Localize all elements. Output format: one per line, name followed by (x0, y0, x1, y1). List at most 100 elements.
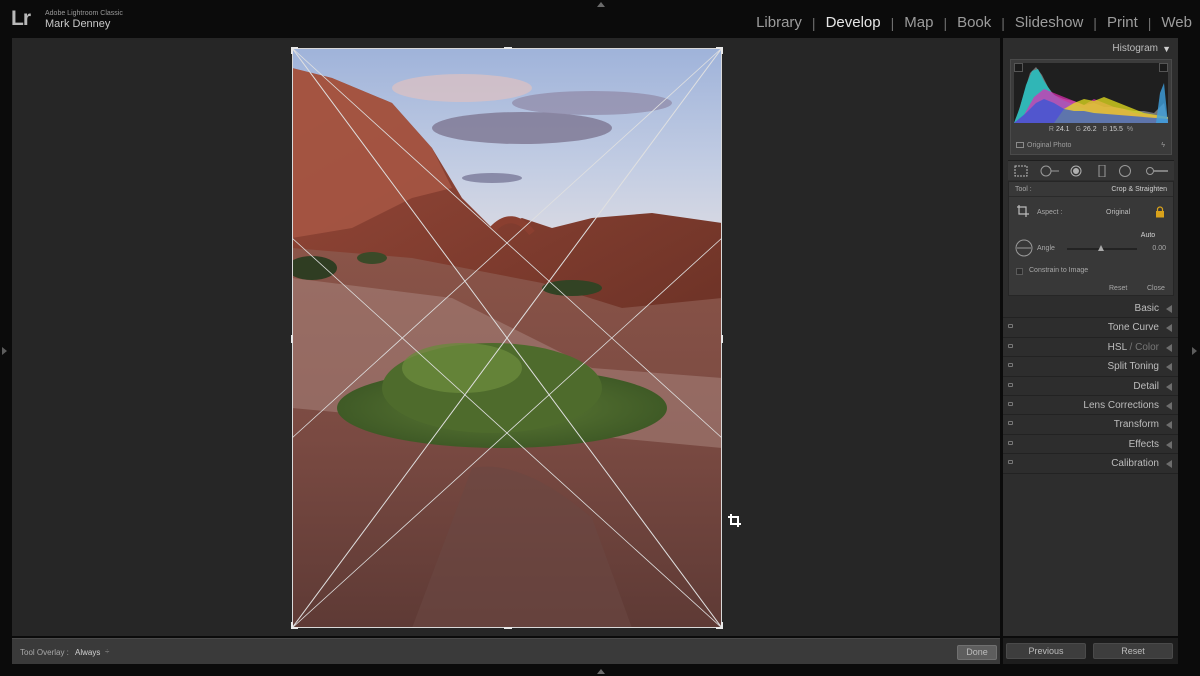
rgb-readout: R 24.1 G 26.2 B 15.5% (1011, 126, 1171, 133)
panel-title: Transform (1113, 419, 1159, 431)
adjustment-brush-icon[interactable] (1144, 165, 1170, 177)
expand-triangle-icon (1166, 324, 1172, 333)
panel-title: Basic (1134, 303, 1159, 314)
red-eye-icon[interactable] (1069, 165, 1083, 177)
panel-lens-corrections[interactable]: Lens Corrections (1003, 396, 1178, 416)
expand-triangle-icon (1166, 305, 1172, 313)
panel-switch-icon[interactable] (1008, 401, 1013, 406)
panel-switch-icon[interactable] (1008, 343, 1013, 348)
expand-triangle-icon (1166, 382, 1172, 391)
panel-basic[interactable]: Basic (1003, 299, 1178, 319)
histogram-panel: R 24.1 G 26.2 B 15.5% Original Photo ϟ (1010, 59, 1172, 155)
desert-landscape-photo (292, 48, 722, 628)
module-map[interactable]: Map (904, 14, 933, 31)
histogram-graph[interactable] (1014, 63, 1168, 123)
panel-action-bar: Previous Reset (1003, 638, 1178, 664)
panel-detail[interactable]: Detail (1003, 377, 1178, 396)
aspect-label: Aspect : (1037, 209, 1063, 216)
right-panel: Histogram ▼ R 24.1 G 26.2 B 15.5% Original … (1003, 38, 1178, 636)
histogram-title: Histogram (1112, 43, 1158, 54)
panel-tone-curve[interactable]: Tone Curve (1003, 318, 1178, 338)
tool-overlay-label: Tool Overlay : (20, 648, 69, 657)
straighten-level-icon[interactable] (1015, 239, 1033, 257)
done-button[interactable]: Done (957, 645, 997, 660)
module-separator: | (943, 14, 948, 31)
angle-slider[interactable] (1067, 245, 1137, 251)
spot-removal-icon[interactable] (1038, 165, 1060, 177)
expand-triangle-icon (1166, 440, 1172, 449)
module-separator: | (811, 14, 816, 31)
original-photo-icon (1016, 142, 1024, 149)
tool-overlay-select[interactable]: Always (75, 648, 100, 657)
panel-split-toning[interactable]: Split Toning (1003, 357, 1178, 377)
color-tab[interactable]: / Color (1127, 342, 1159, 353)
radial-filter-icon[interactable] (1118, 165, 1132, 177)
original-photo-label: Original Photo (1027, 142, 1072, 149)
module-library[interactable]: Library (756, 14, 802, 31)
b-value: 15.5 (1109, 126, 1123, 133)
crop-frame-tool-icon[interactable] (1016, 204, 1030, 218)
expand-triangle-icon (1166, 401, 1172, 410)
histogram-header[interactable]: Histogram ▼ (1003, 38, 1178, 58)
aspect-select[interactable]: Original (1106, 209, 1130, 216)
expand-triangle-icon (1166, 343, 1172, 352)
angle-value[interactable]: 0.00 (1152, 245, 1166, 252)
panel-switch-icon[interactable] (1008, 460, 1013, 465)
panel-title: HSL / Color (1108, 342, 1159, 353)
constrain-label[interactable]: Constrain to Image (1029, 267, 1088, 274)
left-panel-toggle-icon[interactable] (2, 347, 7, 355)
constrain-checkbox[interactable] (1016, 268, 1023, 275)
b-label: B (1102, 126, 1108, 133)
module-nav: Library | Develop | Map | Book | Slidesh… (756, 14, 1192, 31)
develop-panel-list: Basic Tone Curve HSL / Color Split Tonin… (1003, 299, 1178, 474)
panel-effects[interactable]: Effects (1003, 435, 1178, 455)
smart-preview-icon[interactable]: ϟ (1161, 142, 1165, 149)
panel-title: Effects (1128, 438, 1159, 450)
tool-strip (1008, 160, 1174, 180)
b-unit: % (1126, 126, 1134, 133)
crop-close-button[interactable]: Close (1147, 285, 1165, 292)
expand-triangle-icon (1166, 460, 1172, 469)
g-value: 26.2 (1082, 126, 1097, 133)
panel-switch-icon[interactable] (1008, 421, 1013, 426)
original-photo-indicator: Original Photo (1016, 142, 1071, 149)
auto-straighten-button[interactable]: Auto (1135, 232, 1161, 242)
module-develop[interactable]: Develop (826, 14, 881, 31)
panel-switch-icon[interactable] (1008, 382, 1013, 387)
user-name: Mark Denney (45, 18, 111, 30)
aspect-lock-icon[interactable] (1155, 206, 1165, 218)
highlight-clipping-button[interactable] (1159, 63, 1168, 72)
previous-button[interactable]: Previous (1006, 643, 1086, 659)
graduated-filter-icon[interactable] (1096, 165, 1108, 177)
panel-calibration[interactable]: Calibration (1003, 454, 1178, 474)
panel-transform[interactable]: Transform (1003, 415, 1178, 435)
slider-thumb[interactable] (1098, 245, 1104, 251)
panel-switch-icon[interactable] (1008, 324, 1013, 329)
panel-switch-icon[interactable] (1008, 363, 1013, 368)
panel-title: Calibration (1111, 458, 1159, 470)
crop-reset-button[interactable]: Reset (1109, 285, 1127, 292)
module-web[interactable]: Web (1161, 14, 1192, 31)
shadow-clipping-button[interactable] (1014, 63, 1023, 72)
top-panel-toggle-icon[interactable] (597, 2, 605, 7)
reset-button[interactable]: Reset (1093, 643, 1173, 659)
right-panel-toggle-icon[interactable] (1192, 347, 1197, 355)
module-book[interactable]: Book (957, 14, 991, 31)
panel-title: Tone Curve (1107, 322, 1159, 334)
develop-toolbar: Tool Overlay : Always ÷ Done (12, 638, 1000, 664)
photo-preview[interactable] (292, 48, 722, 628)
crop-cursor-icon (728, 514, 741, 527)
crop-tool-icon[interactable] (1013, 165, 1029, 177)
panel-title: Split Toning (1107, 361, 1159, 373)
r-label: R (1048, 126, 1054, 133)
collapse-triangle-icon[interactable]: ▼ (1162, 44, 1171, 54)
panel-switch-icon[interactable] (1008, 440, 1013, 445)
module-print[interactable]: Print (1107, 14, 1138, 31)
updown-caret-icon[interactable]: ÷ (105, 647, 109, 656)
hsl-tab[interactable]: HSL (1108, 342, 1127, 353)
module-separator: | (1001, 14, 1005, 31)
filmstrip-toggle-icon[interactable] (597, 669, 605, 674)
divider (1009, 196, 1173, 197)
panel-hsl-color[interactable]: HSL / Color (1003, 338, 1178, 358)
module-slideshow[interactable]: Slideshow (1015, 14, 1083, 31)
